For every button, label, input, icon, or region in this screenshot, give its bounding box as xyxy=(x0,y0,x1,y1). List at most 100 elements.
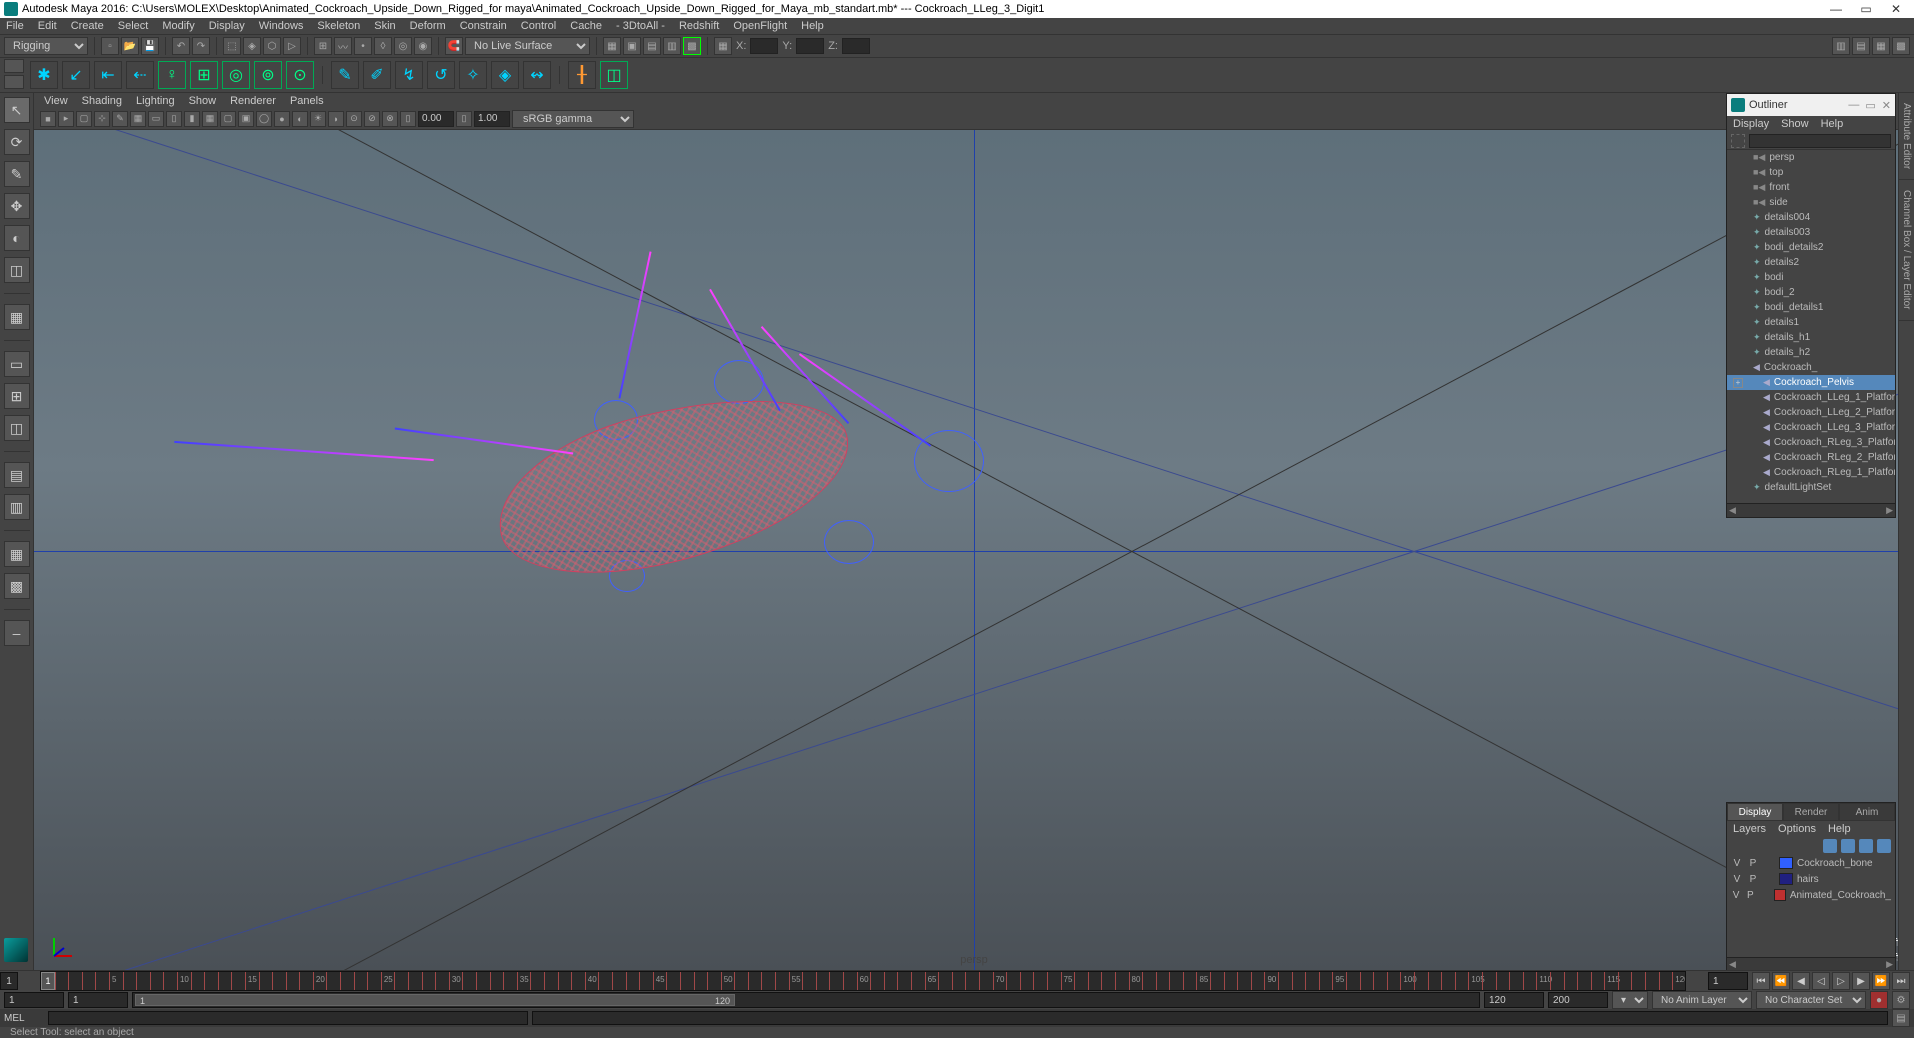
menu-skeleton[interactable]: Skeleton xyxy=(317,20,360,32)
render-view-icon[interactable]: ▩ xyxy=(683,37,701,55)
playback-end-input[interactable] xyxy=(1484,992,1544,1008)
point-constraint-icon[interactable]: ◫ xyxy=(600,61,628,89)
prefs-icon[interactable]: ⚙ xyxy=(1892,991,1910,1009)
time-slider[interactable]: 1 xyxy=(40,971,1686,991)
outliner-item[interactable]: ✦details004 xyxy=(1727,210,1895,225)
expand-icon[interactable]: + xyxy=(1733,378,1743,388)
outliner-menu-display[interactable]: Display xyxy=(1733,118,1769,130)
menu-display[interactable]: Display xyxy=(209,20,245,32)
vp-lights-icon[interactable]: ☀ xyxy=(310,111,326,127)
outliner-item[interactable]: +◀Cockroach_Pelvis xyxy=(1727,375,1895,390)
outliner-item[interactable]: ✦bodi_details2 xyxy=(1727,240,1895,255)
menu-skin[interactable]: Skin xyxy=(374,20,395,32)
outliner-item[interactable]: ■◀side xyxy=(1727,195,1895,210)
step-forward-key-icon[interactable]: ⏩ xyxy=(1872,972,1890,990)
outliner-item[interactable]: ✦details2 xyxy=(1727,255,1895,270)
layout-d-icon[interactable]: ▩ xyxy=(4,573,30,599)
layer-menu-options[interactable]: Options xyxy=(1778,823,1816,835)
vp-gamma-icon[interactable]: ▯ xyxy=(456,111,472,127)
character-set-select[interactable]: No Character Set xyxy=(1756,991,1866,1009)
vp-menu-panels[interactable]: Panels xyxy=(290,95,324,107)
joint-tool-icon[interactable]: ✱ xyxy=(30,61,58,89)
snap-curve-icon[interactable]: 〰 xyxy=(334,37,352,55)
script-editor-icon[interactable]: ▤ xyxy=(1892,1009,1910,1027)
select-by-object-icon[interactable]: ◈ xyxy=(243,37,261,55)
vp-xray-icon[interactable]: ⊘ xyxy=(364,111,380,127)
outliner-item[interactable]: ◀Cockroach_RLeg_2_Platform xyxy=(1727,450,1895,465)
anim-end-input[interactable] xyxy=(1548,992,1608,1008)
range-slider[interactable]: 1120 xyxy=(132,992,1480,1008)
select-by-hierarchy-icon[interactable]: ⬚ xyxy=(223,37,241,55)
snap-plane-icon[interactable]: ◊ xyxy=(374,37,392,55)
outliner-filter-icon[interactable] xyxy=(1731,134,1745,148)
maximize-button[interactable]: ▭ xyxy=(1852,1,1880,17)
layer-new-selected-icon[interactable] xyxy=(1877,839,1891,853)
outliner-close-icon[interactable]: ✕ xyxy=(1882,99,1891,112)
outliner-item[interactable]: ✦bodi_details1 xyxy=(1727,300,1895,315)
select-tool[interactable]: ↖ xyxy=(4,97,30,123)
layer-tab-render[interactable]: Render xyxy=(1783,803,1839,821)
menu-openflight[interactable]: OpenFlight xyxy=(733,20,787,32)
ae-toggle-icon[interactable]: ▥ xyxy=(1832,37,1850,55)
layer-vis-toggle[interactable]: V xyxy=(1731,890,1741,901)
layout-a-icon[interactable]: ▤ xyxy=(4,462,30,488)
vp-shadows-icon[interactable]: ◗ xyxy=(328,111,344,127)
playback-start-input[interactable] xyxy=(68,992,128,1008)
menu-file[interactable]: File xyxy=(6,20,24,32)
menu-redshift[interactable]: Redshift xyxy=(679,20,719,32)
command-line-label[interactable]: MEL xyxy=(4,1013,44,1024)
mesh-body[interactable] xyxy=(481,369,867,602)
cluster-icon[interactable]: ↯ xyxy=(395,61,423,89)
coord-z-input[interactable] xyxy=(842,38,870,54)
ik-system-icon[interactable]: ⊙ xyxy=(286,61,314,89)
coord-y-input[interactable] xyxy=(796,38,824,54)
panel-layout-icon[interactable]: ▦ xyxy=(714,37,732,55)
mesh-antenna[interactable] xyxy=(174,441,434,461)
play-back-icon[interactable]: ◁ xyxy=(1812,972,1830,990)
parent-constraint-icon[interactable]: ╂ xyxy=(568,61,596,89)
mesh-leg[interactable] xyxy=(395,427,574,454)
vp-isolate-icon[interactable]: ⊙ xyxy=(346,111,362,127)
select-by-component-icon[interactable]: ⬡ xyxy=(263,37,281,55)
ik-spline-icon[interactable]: ⊚ xyxy=(254,61,282,89)
vp-exposure-icon[interactable]: ▯ xyxy=(400,111,416,127)
layout-c-icon[interactable]: ▦ xyxy=(4,541,30,567)
vp-2d-pan-icon[interactable]: ⊹ xyxy=(94,111,110,127)
ipr-icon[interactable]: ▤ xyxy=(643,37,661,55)
vp-image-plane-icon[interactable]: ▢ xyxy=(76,111,92,127)
menu-constrain[interactable]: Constrain xyxy=(460,20,507,32)
tab-attribute-editor[interactable]: Attribute Editor xyxy=(1899,93,1914,180)
layer-color-swatch[interactable] xyxy=(1779,873,1793,885)
layer-tab-display[interactable]: Display xyxy=(1727,803,1783,821)
outliner-item[interactable]: ◀Cockroach_LLeg_2_Platform xyxy=(1727,405,1895,420)
snap-point-icon[interactable]: • xyxy=(354,37,372,55)
maya-home-icon[interactable] xyxy=(4,938,28,962)
vp-safe-title-icon[interactable]: ▣ xyxy=(238,111,254,127)
outliner-item[interactable]: ◀Cockroach_LLeg_1_Platform xyxy=(1727,390,1895,405)
orient-joint-icon[interactable]: ⇠ xyxy=(126,61,154,89)
step-back-icon[interactable]: ◀ xyxy=(1792,972,1810,990)
fps-select[interactable]: ▾ xyxy=(1612,991,1648,1009)
outliner-item[interactable]: ✦details_h2 xyxy=(1727,345,1895,360)
minimize-button[interactable]: — xyxy=(1822,1,1850,17)
layer-hscrollbar[interactable] xyxy=(1727,957,1895,971)
command-input[interactable] xyxy=(48,1011,528,1025)
skin-bind-icon[interactable]: ✎ xyxy=(331,61,359,89)
rig-control-icon[interactable] xyxy=(824,520,874,564)
go-start-icon[interactable]: ⏮ xyxy=(1752,972,1770,990)
range-slider-thumb[interactable]: 1120 xyxy=(135,994,735,1006)
rig-control-icon[interactable] xyxy=(914,430,984,492)
vp-menu-show[interactable]: Show xyxy=(189,95,217,107)
play-forward-icon[interactable]: ▷ xyxy=(1832,972,1850,990)
history-icon[interactable]: ▦ xyxy=(603,37,621,55)
new-scene-icon[interactable]: ▫ xyxy=(101,37,119,55)
outliner-hscrollbar[interactable] xyxy=(1727,503,1895,517)
vp-menu-lighting[interactable]: Lighting xyxy=(136,95,175,107)
modeling-toolkit-icon[interactable]: ▩ xyxy=(1892,37,1910,55)
vp-select-cam-icon[interactable]: ■ xyxy=(40,111,56,127)
anim-start-input[interactable] xyxy=(4,992,64,1008)
outliner-minimize-icon[interactable]: — xyxy=(1848,99,1859,112)
step-forward-icon[interactable]: ▶ xyxy=(1852,972,1870,990)
layer-row[interactable]: VPAnimated_Cockroach_ xyxy=(1727,887,1895,903)
undo-icon[interactable]: ↶ xyxy=(172,37,190,55)
